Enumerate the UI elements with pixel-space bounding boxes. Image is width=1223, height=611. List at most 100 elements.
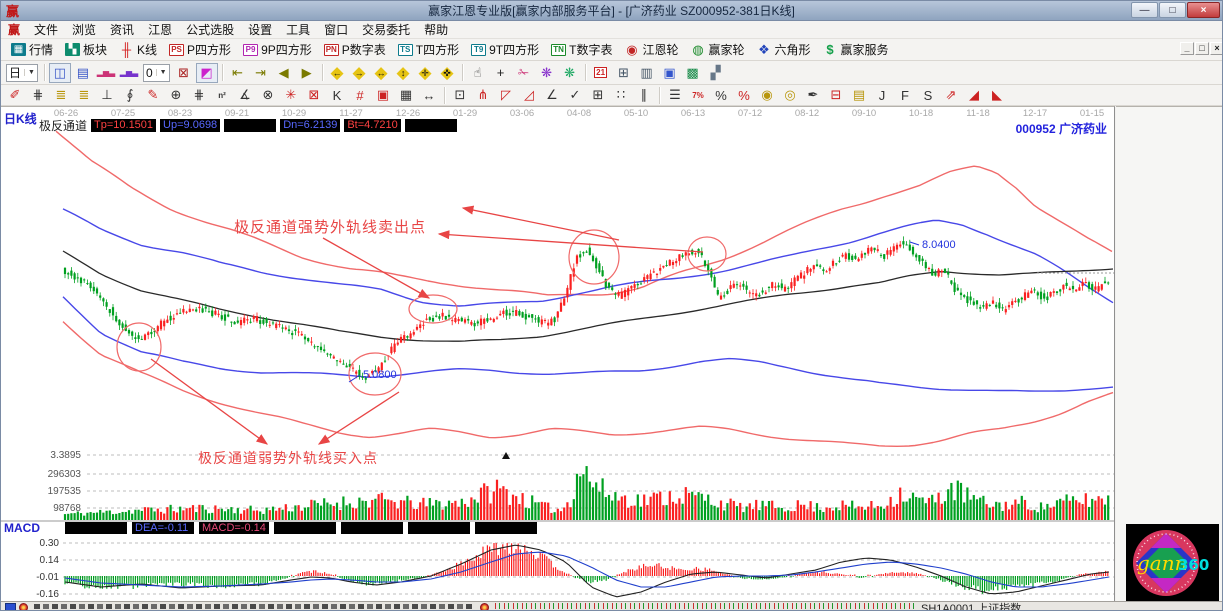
- period-selector[interactable]: 日▼: [6, 64, 38, 82]
- diag-b-tool[interactable]: ◣: [986, 86, 1008, 104]
- menu-item-6[interactable]: 工具: [279, 20, 317, 39]
- overlay-selector[interactable]: 0▼: [143, 64, 170, 82]
- tick-ruler-tool[interactable]: ⋕: [27, 86, 49, 104]
- clip-tool-icon[interactable]: ✁: [513, 63, 535, 83]
- cross-grid-tool[interactable]: ⊠: [303, 86, 325, 104]
- gold-box-tool[interactable]: ▤: [848, 86, 870, 104]
- menu-item-2[interactable]: 资讯: [103, 20, 141, 39]
- zoom-horizontal-icon[interactable]: ◆↔: [371, 63, 392, 83]
- chart-panel[interactable]: 3.3895296303197535987680.300.14-0.01-0.1…: [1, 106, 1115, 601]
- ink-pen-tool[interactable]: ✒: [802, 86, 824, 104]
- menu-item-5[interactable]: 设置: [241, 20, 279, 39]
- red-grid-icon[interactable]: ⊠: [173, 63, 195, 83]
- status-alert-icon[interactable]: [19, 603, 28, 611]
- coil-tool[interactable]: ∮: [119, 86, 141, 104]
- width-arrows-tool[interactable]: ↔: [418, 86, 440, 104]
- tool-gann-wheel[interactable]: ◉江恩轮: [618, 40, 684, 60]
- status-blue-icon[interactable]: [5, 603, 16, 611]
- tool-winner-service[interactable]: $赢家服务: [817, 40, 895, 60]
- calendar-icon[interactable]: 21: [590, 63, 612, 83]
- indicator-bars-pink-icon[interactable]: ▂▅▃: [95, 63, 117, 83]
- macd-pane-label[interactable]: MACD: [4, 521, 60, 535]
- tool-winner-wheel[interactable]: ◍赢家轮: [684, 40, 750, 60]
- fence-grid-tool[interactable]: ▦: [395, 86, 417, 104]
- marker-pen-tool[interactable]: ✎: [142, 86, 164, 104]
- notes-icon[interactable]: ▥: [636, 63, 658, 83]
- gann360-logo[interactable]: gann 360: [1126, 524, 1219, 602]
- vehicle-icon[interactable]: ▞: [705, 63, 727, 83]
- grid-fan-tool[interactable]: ◿: [518, 86, 540, 104]
- next-bar-icon[interactable]: ▶: [296, 63, 318, 83]
- ruler-tool[interactable]: ⋕: [188, 86, 210, 104]
- mdi-minimize-button[interactable]: _: [1180, 42, 1194, 55]
- fan-lines-tool[interactable]: ⋔: [472, 86, 494, 104]
- hexagram-tool[interactable]: ☰: [664, 86, 686, 104]
- close-button[interactable]: ×: [1187, 2, 1220, 18]
- tool-kline[interactable]: ╫K线: [113, 40, 163, 60]
- menu-item-7[interactable]: 窗口: [317, 20, 355, 39]
- indicator-bars-purple-icon[interactable]: ▂▅▃: [118, 63, 140, 83]
- plan-grid-tool[interactable]: ⊟: [825, 86, 847, 104]
- check-lines-tool[interactable]: ✓: [564, 86, 586, 104]
- gann-gold-b-tool[interactable]: ≣: [73, 86, 95, 104]
- maximize-button[interactable]: □: [1159, 2, 1186, 18]
- percent-tool[interactable]: %: [710, 86, 732, 104]
- color-chart-icon[interactable]: ◩: [196, 63, 218, 83]
- tool-t-square[interactable]: TST四方形: [392, 40, 465, 60]
- tool-p-number-table[interactable]: PNP数字表: [318, 40, 392, 60]
- trend-angle-tool[interactable]: ∠: [541, 86, 563, 104]
- zoom-in-icon[interactable]: ◆✛: [415, 63, 436, 83]
- gold-circle-b-tool[interactable]: ◎: [779, 86, 801, 104]
- n-square-tool[interactable]: n²: [211, 86, 233, 104]
- zoom-all-icon[interactable]: ◆✜: [437, 63, 458, 83]
- k-note-tool[interactable]: K: [326, 86, 348, 104]
- t-line-tool[interactable]: ⊥: [96, 86, 118, 104]
- menu-item-9[interactable]: 帮助: [417, 20, 455, 39]
- f-angle-tool[interactable]: F: [894, 86, 916, 104]
- tool-9t-square[interactable]: T99T四方形: [465, 40, 545, 60]
- box-tool[interactable]: ⊡: [449, 86, 471, 104]
- status-alert-icon-2[interactable]: [480, 603, 489, 611]
- diag-a-tool[interactable]: ◢: [963, 86, 985, 104]
- pan-left-icon[interactable]: ◆←: [327, 63, 348, 83]
- percent-seven-tool[interactable]: 7%: [687, 86, 709, 104]
- fan-box-tool[interactable]: ◸: [495, 86, 517, 104]
- prev-bar-icon[interactable]: ◀: [273, 63, 295, 83]
- hand-tool-icon[interactable]: ☝: [467, 63, 489, 83]
- tool-sectors[interactable]: ▚板块: [59, 40, 113, 60]
- tool-9p-square[interactable]: P99P四方形: [237, 40, 318, 60]
- menu-item-1[interactable]: 浏览: [65, 20, 103, 39]
- time-circle-tool[interactable]: ⊕: [165, 86, 187, 104]
- knot-purple-icon[interactable]: ❋: [536, 63, 558, 83]
- info-pane-icon[interactable]: ▤: [72, 63, 94, 83]
- menu-item-8[interactable]: 交易委托: [355, 20, 417, 39]
- menu-item-4[interactable]: 公式选股: [179, 20, 241, 39]
- gold-circle-a-tool[interactable]: ◉: [756, 86, 778, 104]
- ying-grid-tool[interactable]: ▣: [372, 86, 394, 104]
- grid-large-tool[interactable]: ⊞: [587, 86, 609, 104]
- parallel-lines-tool[interactable]: ∥: [633, 86, 655, 104]
- s-angle-tool[interactable]: S: [917, 86, 939, 104]
- first-page-icon[interactable]: ⇤: [227, 63, 249, 83]
- tool-t-number-table[interactable]: TNT数字表: [545, 40, 618, 60]
- gann-gold-a-tool[interactable]: ≣: [50, 86, 72, 104]
- percent-lines-tool[interactable]: %: [733, 86, 755, 104]
- status-index-label[interactable]: SH1A0001 上证指数: [921, 602, 1021, 611]
- export-icon[interactable]: ▩: [682, 63, 704, 83]
- grid-dots-tool[interactable]: ∷: [610, 86, 632, 104]
- mdi-restore-button[interactable]: □: [1195, 42, 1209, 55]
- star-fan-tool[interactable]: ✳: [280, 86, 302, 104]
- shen-grid-tool[interactable]: #: [349, 86, 371, 104]
- pen-tool[interactable]: ✐: [4, 86, 26, 104]
- tool-quotes[interactable]: ▦行情: [5, 40, 59, 60]
- calculator-icon[interactable]: ⊞: [613, 63, 635, 83]
- target-tool[interactable]: ⊗: [257, 86, 279, 104]
- menu-item-0[interactable]: 文件: [27, 20, 65, 39]
- tool-hexagon[interactable]: ❖六角形: [751, 40, 817, 60]
- rise-angle-tool[interactable]: ⇗: [940, 86, 962, 104]
- zoom-vertical-icon[interactable]: ◆↕: [393, 63, 414, 83]
- tool-p-square[interactable]: PSP四方形: [163, 40, 237, 60]
- menu-item-3[interactable]: 江恩: [141, 20, 179, 39]
- knot-green-icon[interactable]: ❋: [559, 63, 581, 83]
- angles-tool[interactable]: ∡: [234, 86, 256, 104]
